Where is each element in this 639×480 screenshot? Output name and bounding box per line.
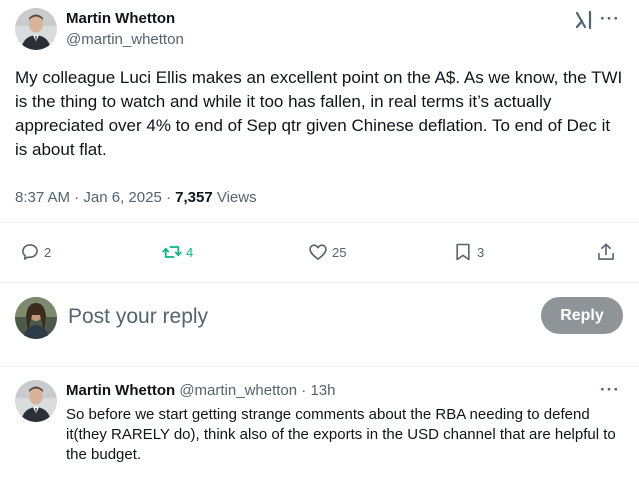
- share-icon: [598, 243, 614, 260]
- like-button[interactable]: 25: [308, 236, 346, 268]
- action-bar: 2 4 25 3: [0, 236, 639, 268]
- post-meta: 8:37 AM · Jan 6, 2025 · 7,357 Views: [15, 189, 257, 206]
- views-label: Views: [216, 189, 257, 206]
- post-date[interactable]: Jan 6, 2025: [83, 189, 161, 206]
- bookmark-button[interactable]: 3: [453, 236, 484, 268]
- meta-separator: ·: [165, 189, 171, 206]
- reply-author-handle[interactable]: @martin_whetton: [179, 382, 297, 399]
- reply-button[interactable]: 2: [20, 236, 51, 268]
- reply-composer: Post your reply Reply: [0, 290, 639, 350]
- reply-input[interactable]: Post your reply: [68, 302, 468, 332]
- reply-separator: ·: [301, 382, 307, 399]
- reply-author-avatar[interactable]: [15, 380, 57, 422]
- share-button[interactable]: [596, 236, 616, 268]
- meta-separator: ·: [74, 189, 80, 206]
- current-user-avatar[interactable]: [15, 297, 57, 339]
- divider: [0, 222, 639, 223]
- author-handle[interactable]: @martin_whetton: [66, 31, 184, 48]
- author-avatar[interactable]: [15, 8, 57, 50]
- repost-count: 4: [186, 244, 194, 260]
- repost-button[interactable]: 4: [162, 236, 193, 268]
- reply-icon: [22, 244, 38, 260]
- like-count: 25: [332, 244, 347, 260]
- repost-icon: [162, 246, 182, 258]
- reply-author-name[interactable]: Martin Whetton: [66, 382, 175, 399]
- more-icon[interactable]: ···: [600, 380, 624, 400]
- reply-time[interactable]: 13h: [310, 382, 335, 399]
- post-header: Martin Whetton @martin_whetton ···: [0, 0, 639, 60]
- bookmark-count: 3: [477, 244, 485, 260]
- post-time[interactable]: 8:37 AM: [15, 189, 70, 206]
- grok-icon[interactable]: [574, 10, 594, 30]
- reply-submit-button[interactable]: Reply: [541, 297, 623, 334]
- author-name[interactable]: Martin Whetton: [66, 10, 175, 27]
- more-icon[interactable]: ···: [600, 9, 624, 29]
- post-text: My colleague Luci Ellis makes an excelle…: [15, 68, 623, 159]
- divider: [0, 366, 639, 367]
- reply-tweet[interactable]: Martin Whetton @martin_whetton · 13h ···…: [0, 368, 639, 480]
- reply-text: So before we start getting strange comme…: [66, 406, 616, 463]
- reply-header: Martin Whetton @martin_whetton · 13h: [66, 382, 335, 399]
- divider: [0, 282, 639, 283]
- reply-count: 2: [44, 244, 52, 260]
- bookmark-icon: [456, 243, 470, 261]
- heart-icon: [309, 244, 327, 260]
- views-count[interactable]: 7,357: [175, 189, 213, 206]
